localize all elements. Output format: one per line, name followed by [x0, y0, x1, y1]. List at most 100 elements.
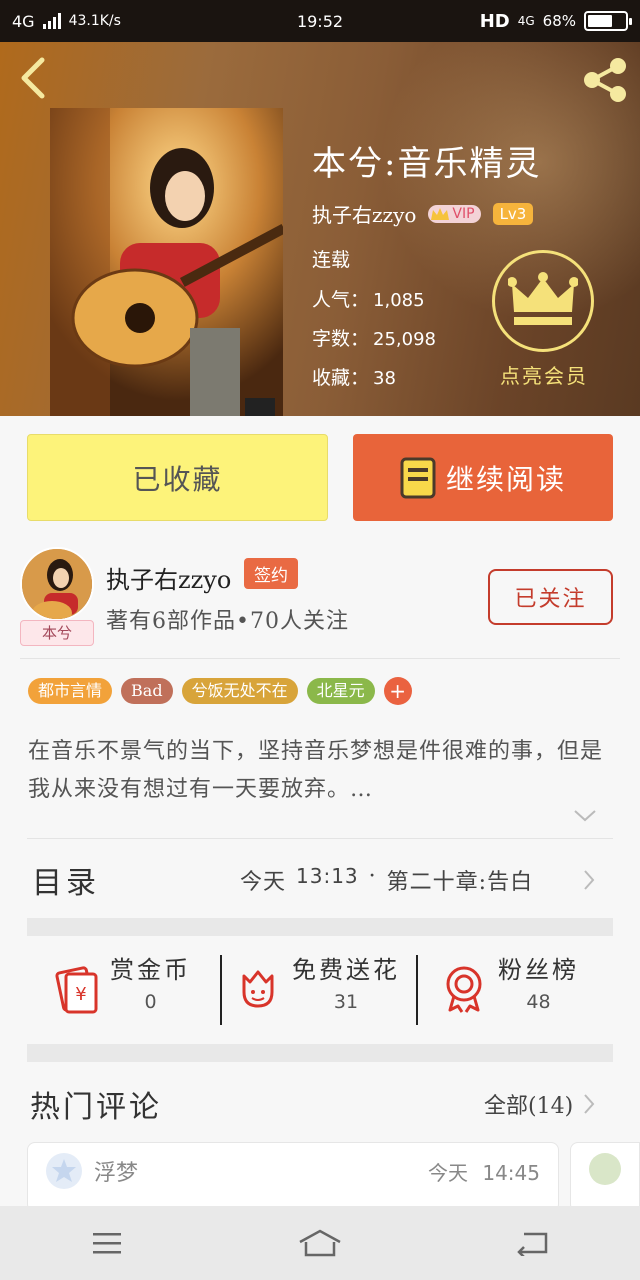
hd-indicator: HD — [479, 10, 510, 32]
commenter-avatar[interactable] — [46, 1153, 82, 1189]
tag-item[interactable]: 兮饭无处不在 — [181, 678, 298, 704]
reward-coins-label: 赏金币 — [110, 956, 191, 984]
tag-item[interactable]: Bad — [121, 678, 173, 704]
following-button[interactable]: 已关注 — [488, 569, 613, 625]
separator-dot: · — [368, 864, 377, 889]
comment-time: 今天 14:45 — [428, 1157, 540, 1186]
expand-chevron-icon[interactable] — [572, 808, 598, 824]
section-gap — [27, 918, 613, 936]
commenter-name[interactable]: 浮梦 — [94, 1155, 138, 1187]
book-author[interactable]: 执子右zzyo — [312, 199, 416, 228]
section-gap — [27, 1044, 613, 1062]
tag-item[interactable]: 北星元 — [306, 678, 375, 704]
continue-reading-button[interactable]: 继续阅读 — [353, 434, 613, 521]
share-icon — [584, 58, 626, 102]
back-arrow-icon — [21, 57, 45, 99]
signed-badge: 签约 — [244, 558, 298, 589]
vip-badge: VIP — [428, 204, 481, 223]
all-comments-link[interactable]: 全部(14) — [484, 1088, 573, 1120]
system-nav-bar — [0, 1206, 640, 1280]
fan-ranking-label: 粉丝榜 — [498, 956, 579, 984]
continue-reading-label: 继续阅读 — [445, 462, 566, 496]
favorites-stat: 收藏： 38 — [312, 363, 396, 390]
battery-icon — [584, 11, 632, 31]
divider — [220, 955, 222, 1025]
menu-icon — [92, 1233, 121, 1254]
send-flowers-value: 31 — [333, 991, 359, 1013]
collected-button[interactable]: 已收藏 — [27, 434, 328, 521]
hot-comments-title: 热门评论 — [30, 1090, 162, 1125]
comment-card[interactable] — [570, 1142, 640, 1212]
divider — [27, 838, 613, 839]
comment-day: 今天 — [428, 1161, 468, 1185]
network-type-right: 4G — [517, 14, 535, 28]
latest-chapter-day: 今天 — [240, 870, 287, 895]
return-icon — [517, 1232, 548, 1256]
word-count-label: 字数： — [312, 328, 370, 350]
battery-percent: 68% — [542, 12, 576, 30]
home-button[interactable] — [290, 1223, 350, 1263]
default-avatar-icon — [52, 1159, 76, 1182]
crown-icon — [431, 207, 450, 220]
comment-clock: 14:45 — [482, 1161, 540, 1185]
member-label: 点亮会员 — [500, 364, 588, 388]
popularity-stat: 人气： 1,085 — [312, 285, 425, 312]
popularity-value: 1,085 — [373, 290, 425, 311]
activate-member-button[interactable]: 点亮会员 — [492, 250, 596, 389]
member-crown-circle — [492, 250, 594, 352]
book-description[interactable]: 在音乐不景气的当下，坚持音乐梦想是件很难的事，但是我从来没有想过有一天要放弃。… — [28, 733, 613, 809]
book-status: 连载 — [312, 249, 351, 271]
vip-label: VIP — [452, 205, 475, 222]
fan-ranking-button[interactable]: 粉丝榜 48 — [438, 950, 579, 1030]
reward-coins-value: 0 — [144, 991, 157, 1013]
favorites-value: 38 — [373, 368, 396, 389]
svg-text:¥: ¥ — [75, 984, 86, 1005]
latest-chapter-title: 第二十章:告白 — [386, 870, 534, 895]
latest-chapter[interactable]: 今天 13:13 · 第二十章:告白 — [240, 864, 533, 896]
back-nav-button[interactable] — [503, 1223, 563, 1263]
tag-list: 都市言情 Bad 兮饭无处不在 北星元 + — [28, 677, 412, 705]
catalog-title[interactable]: 目录 — [32, 858, 100, 902]
chevron-right-icon[interactable] — [582, 868, 596, 892]
book-header: 本兮:音乐精灵 执子右zzyo VIP Lv3 连载 人气： 1,085 字数： 2… — [0, 42, 640, 416]
book-icon — [400, 457, 436, 498]
home-icon — [299, 1229, 341, 1257]
send-flowers-label: 免费送花 — [292, 956, 400, 984]
red-envelope-icon: ¥ — [55, 966, 98, 1014]
comment-card[interactable]: 浮梦 今天 14:45 — [27, 1142, 559, 1212]
author-summary: 著有6部作品•70人关注 — [106, 609, 349, 634]
word-count-stat: 字数： 25,098 — [312, 324, 436, 351]
word-count-value: 25,098 — [373, 329, 436, 350]
book-cover[interactable] — [50, 108, 283, 416]
book-author-row: 执子右zzyo VIP Lv3 — [312, 199, 534, 228]
fan-ranking-value: 48 — [526, 991, 551, 1013]
crown-icon — [508, 272, 578, 325]
network-type: 4G — [12, 11, 35, 31]
chevron-right-icon[interactable] — [582, 1092, 596, 1116]
level-badge: Lv3 — [492, 202, 534, 225]
favorites-label: 收藏： — [312, 367, 370, 389]
tag-item[interactable]: 都市言情 — [28, 678, 113, 704]
medal-icon — [446, 966, 482, 1013]
author-avatar[interactable] — [20, 547, 94, 621]
commenter-avatar[interactable] — [589, 1153, 621, 1185]
book-title: 本兮:音乐精灵 — [312, 144, 542, 184]
avatar-tag: 本兮 — [20, 620, 94, 646]
popularity-label: 人气： — [312, 289, 370, 311]
divider — [20, 658, 620, 659]
signal-icon — [42, 13, 61, 29]
author-name[interactable]: 执子右zzyo — [106, 560, 231, 595]
flower-icon — [242, 970, 274, 1008]
send-flowers-button[interactable]: 免费送花 31 — [232, 950, 400, 1030]
reward-coins-button[interactable]: ¥ 赏金币 0 — [50, 950, 191, 1030]
back-button[interactable] — [14, 56, 54, 100]
latest-chapter-time: 13:13 — [296, 864, 359, 888]
cover-image — [50, 108, 283, 416]
avatar-image — [22, 549, 92, 619]
status-bar: 4G 43.1K/s 19:52 HD 4G 68% — [0, 0, 640, 42]
divider — [416, 955, 418, 1025]
menu-button[interactable] — [77, 1223, 137, 1263]
share-button[interactable] — [580, 56, 630, 104]
network-speed: 43.1K/s — [68, 13, 121, 29]
add-tag-button[interactable]: + — [383, 677, 412, 705]
